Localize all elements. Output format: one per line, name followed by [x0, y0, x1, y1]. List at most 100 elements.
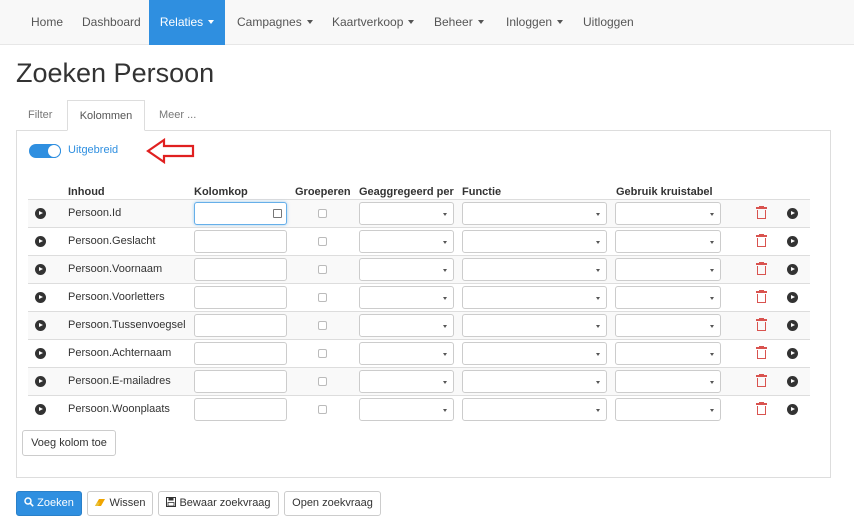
trash-icon[interactable] [756, 262, 767, 275]
functie-select[interactable] [462, 258, 607, 281]
geaggregeerd-select[interactable] [359, 314, 454, 337]
kruistabel-select[interactable] [615, 230, 721, 253]
circle-arrow-right-icon[interactable] [787, 208, 798, 219]
circle-arrow-right-icon[interactable] [787, 376, 798, 387]
kolomkop-input[interactable] [194, 202, 287, 225]
table-row: Persoon.Achternaam [28, 340, 810, 367]
functie-select[interactable] [462, 202, 607, 225]
nav-uitloggen[interactable]: Uitloggen [583, 0, 634, 45]
row-inhoud: Persoon.Woonplaats [68, 403, 170, 415]
move-up-icon[interactable] [35, 236, 46, 247]
search-icon [24, 497, 34, 507]
move-up-icon[interactable] [35, 348, 46, 359]
uitgebreid-toggle[interactable] [29, 144, 61, 158]
clear-button[interactable]: Wissen [87, 491, 153, 516]
geaggregeerd-select[interactable] [359, 398, 454, 421]
table-row: Persoon.Woonplaats [28, 396, 810, 423]
trash-icon[interactable] [756, 290, 767, 303]
toggle-label[interactable]: Uitgebreid [68, 144, 118, 156]
groeperen-checkbox[interactable] [318, 405, 327, 414]
row-inhoud: Persoon.Voornaam [68, 263, 163, 275]
move-up-icon[interactable] [35, 208, 46, 219]
trash-icon[interactable] [756, 206, 767, 219]
header-kruistabel: Gebruik kruistabel [616, 186, 713, 198]
page-title: Zoeken Persoon [16, 58, 215, 88]
table-row: Persoon.Voornaam [28, 256, 810, 283]
groeperen-checkbox[interactable] [318, 377, 327, 386]
functie-select[interactable] [462, 230, 607, 253]
kruistabel-select[interactable] [615, 202, 721, 225]
kolomkop-input[interactable] [194, 314, 287, 337]
geaggregeerd-select[interactable] [359, 286, 454, 309]
kolomkop-input[interactable] [194, 370, 287, 393]
nav-relaties[interactable]: Relaties [149, 0, 225, 45]
groeperen-checkbox[interactable] [318, 293, 327, 302]
caret-down-icon [408, 20, 415, 24]
geaggregeerd-select[interactable] [359, 202, 454, 225]
functie-select[interactable] [462, 286, 607, 309]
circle-arrow-right-icon[interactable] [787, 348, 798, 359]
header-inhoud: Inhoud [68, 186, 105, 198]
add-column-button[interactable]: Voeg kolom toe [22, 430, 116, 456]
functie-select[interactable] [462, 398, 607, 421]
groeperen-checkbox[interactable] [318, 321, 327, 330]
nav-campagnes[interactable]: Campagnes [237, 0, 313, 45]
trash-icon[interactable] [756, 402, 767, 415]
circle-arrow-right-icon[interactable] [787, 264, 798, 275]
nav-dashboard[interactable]: Dashboard [82, 0, 141, 45]
move-up-icon[interactable] [35, 320, 46, 331]
trash-icon[interactable] [756, 346, 767, 359]
geaggregeerd-select[interactable] [359, 370, 454, 393]
save-query-button[interactable]: Bewaar zoekvraag [158, 491, 279, 516]
geaggregeerd-select[interactable] [359, 258, 454, 281]
circle-arrow-right-icon[interactable] [787, 292, 798, 303]
functie-select[interactable] [462, 370, 607, 393]
tab-meer[interactable]: Meer ... [159, 100, 196, 131]
kolomkop-input[interactable] [194, 230, 287, 253]
header-geaggregeerd: Geaggregeerd per [359, 186, 454, 198]
kruistabel-select[interactable] [615, 398, 721, 421]
nav-home[interactable]: Home [31, 0, 63, 45]
kolomkop-input[interactable] [194, 342, 287, 365]
functie-select[interactable] [462, 342, 607, 365]
circle-arrow-right-icon[interactable] [787, 404, 798, 415]
groeperen-checkbox[interactable] [318, 349, 327, 358]
groeperen-checkbox[interactable] [318, 209, 327, 218]
groeperen-checkbox[interactable] [318, 265, 327, 274]
trash-icon[interactable] [756, 318, 767, 331]
nav-inloggen[interactable]: Inloggen [506, 0, 564, 45]
move-up-icon[interactable] [35, 376, 46, 387]
row-inhoud: Persoon.Id [68, 207, 122, 219]
eraser-icon [95, 499, 106, 506]
nav-beheer[interactable]: Beheer [434, 0, 484, 45]
tab-kolommen[interactable]: Kolommen [67, 100, 145, 131]
search-button[interactable]: Zoeken [16, 491, 82, 516]
table-row: Persoon.Voorletters [28, 284, 810, 311]
kruistabel-select[interactable] [615, 286, 721, 309]
kolomkop-input[interactable] [194, 286, 287, 309]
kolomkop-input[interactable] [194, 398, 287, 421]
tab-filter[interactable]: Filter [28, 100, 52, 131]
move-up-icon[interactable] [35, 404, 46, 415]
move-up-icon[interactable] [35, 292, 46, 303]
kruistabel-select[interactable] [615, 258, 721, 281]
geaggregeerd-select[interactable] [359, 342, 454, 365]
kruistabel-select[interactable] [615, 370, 721, 393]
toggle-knob [47, 144, 61, 158]
kruistabel-select[interactable] [615, 314, 721, 337]
circle-arrow-right-icon[interactable] [787, 320, 798, 331]
circle-arrow-right-icon[interactable] [787, 236, 798, 247]
functie-select[interactable] [462, 314, 607, 337]
geaggregeerd-select[interactable] [359, 230, 454, 253]
nav-kaartverkoop[interactable]: Kaartverkoop [332, 0, 415, 45]
groeperen-checkbox[interactable] [318, 237, 327, 246]
header-groeperen: Groeperen [295, 186, 351, 198]
table-row: Persoon.Geslacht [28, 228, 810, 255]
trash-icon[interactable] [756, 234, 767, 247]
kruistabel-select[interactable] [615, 342, 721, 365]
header-functie: Functie [462, 186, 502, 198]
move-up-icon[interactable] [35, 264, 46, 275]
kolomkop-input[interactable] [194, 258, 287, 281]
open-query-button[interactable]: Open zoekvraag [284, 491, 381, 516]
trash-icon[interactable] [756, 374, 767, 387]
